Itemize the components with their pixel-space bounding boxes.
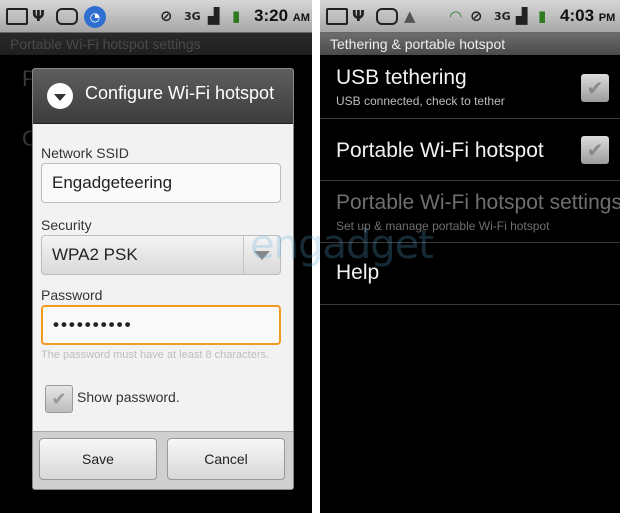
check-icon: ✔	[51, 388, 67, 410]
security-value: WPA2 PSK	[52, 245, 138, 264]
usb-icon: Ψ	[352, 7, 365, 25]
show-password-label: Show password.	[77, 389, 180, 405]
usb-icon: Ψ	[32, 7, 45, 25]
wifi-hotspot-icon: ◔	[84, 6, 106, 28]
item-title: Portable Wi-Fi hotspot	[336, 139, 544, 162]
silent-icon: ⊘	[470, 7, 483, 25]
ssid-label: Network SSID	[41, 145, 129, 161]
usb-tethering-item[interactable]: USB tethering USB connected, check to te…	[320, 56, 620, 119]
signal-icon: ▟	[208, 7, 220, 25]
wifi-hotspot-icon: ◠	[450, 7, 462, 25]
show-password-checkbox[interactable]: ✔	[45, 385, 73, 413]
item-subtitle: USB connected, check to tether	[336, 94, 505, 108]
item-title: USB tethering	[336, 66, 467, 89]
configure-hotspot-dialog: Configure Wi-Fi hotspot Network SSID Eng…	[32, 68, 294, 490]
navigation-icon: ▲	[404, 7, 416, 25]
battery-icon: ▮	[232, 7, 241, 25]
cancel-button[interactable]: Cancel	[167, 438, 285, 480]
gmail-icon	[326, 6, 348, 26]
dialog-title: Configure Wi-Fi hotspot	[85, 83, 275, 103]
password-hint: The password must have at least 8 charac…	[41, 349, 270, 361]
silent-icon: ⊘	[160, 7, 173, 25]
android-icon	[56, 6, 78, 26]
wifi-hotspot-item[interactable]: Portable Wi-Fi hotspot ✔	[320, 119, 620, 181]
security-select[interactable]: WPA2 PSK	[41, 235, 281, 275]
password-input[interactable]: ••••••••••	[41, 305, 281, 345]
password-label: Password	[41, 287, 103, 303]
status-bar: Ψ ▲ ◠ ⊘ 3G ▟ ▮ 4:03 PM	[320, 0, 620, 33]
check-icon: ✔	[586, 138, 604, 162]
android-icon	[376, 6, 398, 26]
screen-title: Tethering & portable hotspot	[320, 33, 620, 55]
check-icon: ✔	[586, 76, 604, 100]
3g-icon: 3G	[494, 9, 511, 23]
dialog-button-bar: Save Cancel	[33, 431, 293, 489]
wifi-hotspot-checkbox[interactable]: ✔	[581, 136, 609, 164]
status-bar: Ψ ◔ ⊘ 3G ▟ ▮ 3:20 AM	[0, 0, 312, 33]
signal-icon: ▟	[516, 7, 528, 25]
usb-tethering-checkbox[interactable]: ✔	[581, 74, 609, 102]
save-button[interactable]: Save	[39, 438, 157, 480]
battery-icon: ▮	[538, 7, 547, 25]
ssid-input[interactable]: Engadgeteering	[41, 163, 281, 203]
screen-title: Portable Wi-Fi hotspot settings	[0, 33, 312, 55]
item-title: Portable Wi-Fi hotspot settings	[336, 191, 620, 214]
status-time: 4:03 PM	[560, 6, 616, 25]
security-label: Security	[41, 217, 92, 233]
wifi-hotspot-icon	[47, 83, 73, 109]
engadget-watermark: engadget	[250, 222, 434, 268]
status-time: 3:20 AM	[254, 6, 310, 25]
3g-icon: 3G	[184, 9, 201, 23]
gmail-icon	[6, 6, 28, 26]
dialog-header: Configure Wi-Fi hotspot	[33, 69, 293, 124]
